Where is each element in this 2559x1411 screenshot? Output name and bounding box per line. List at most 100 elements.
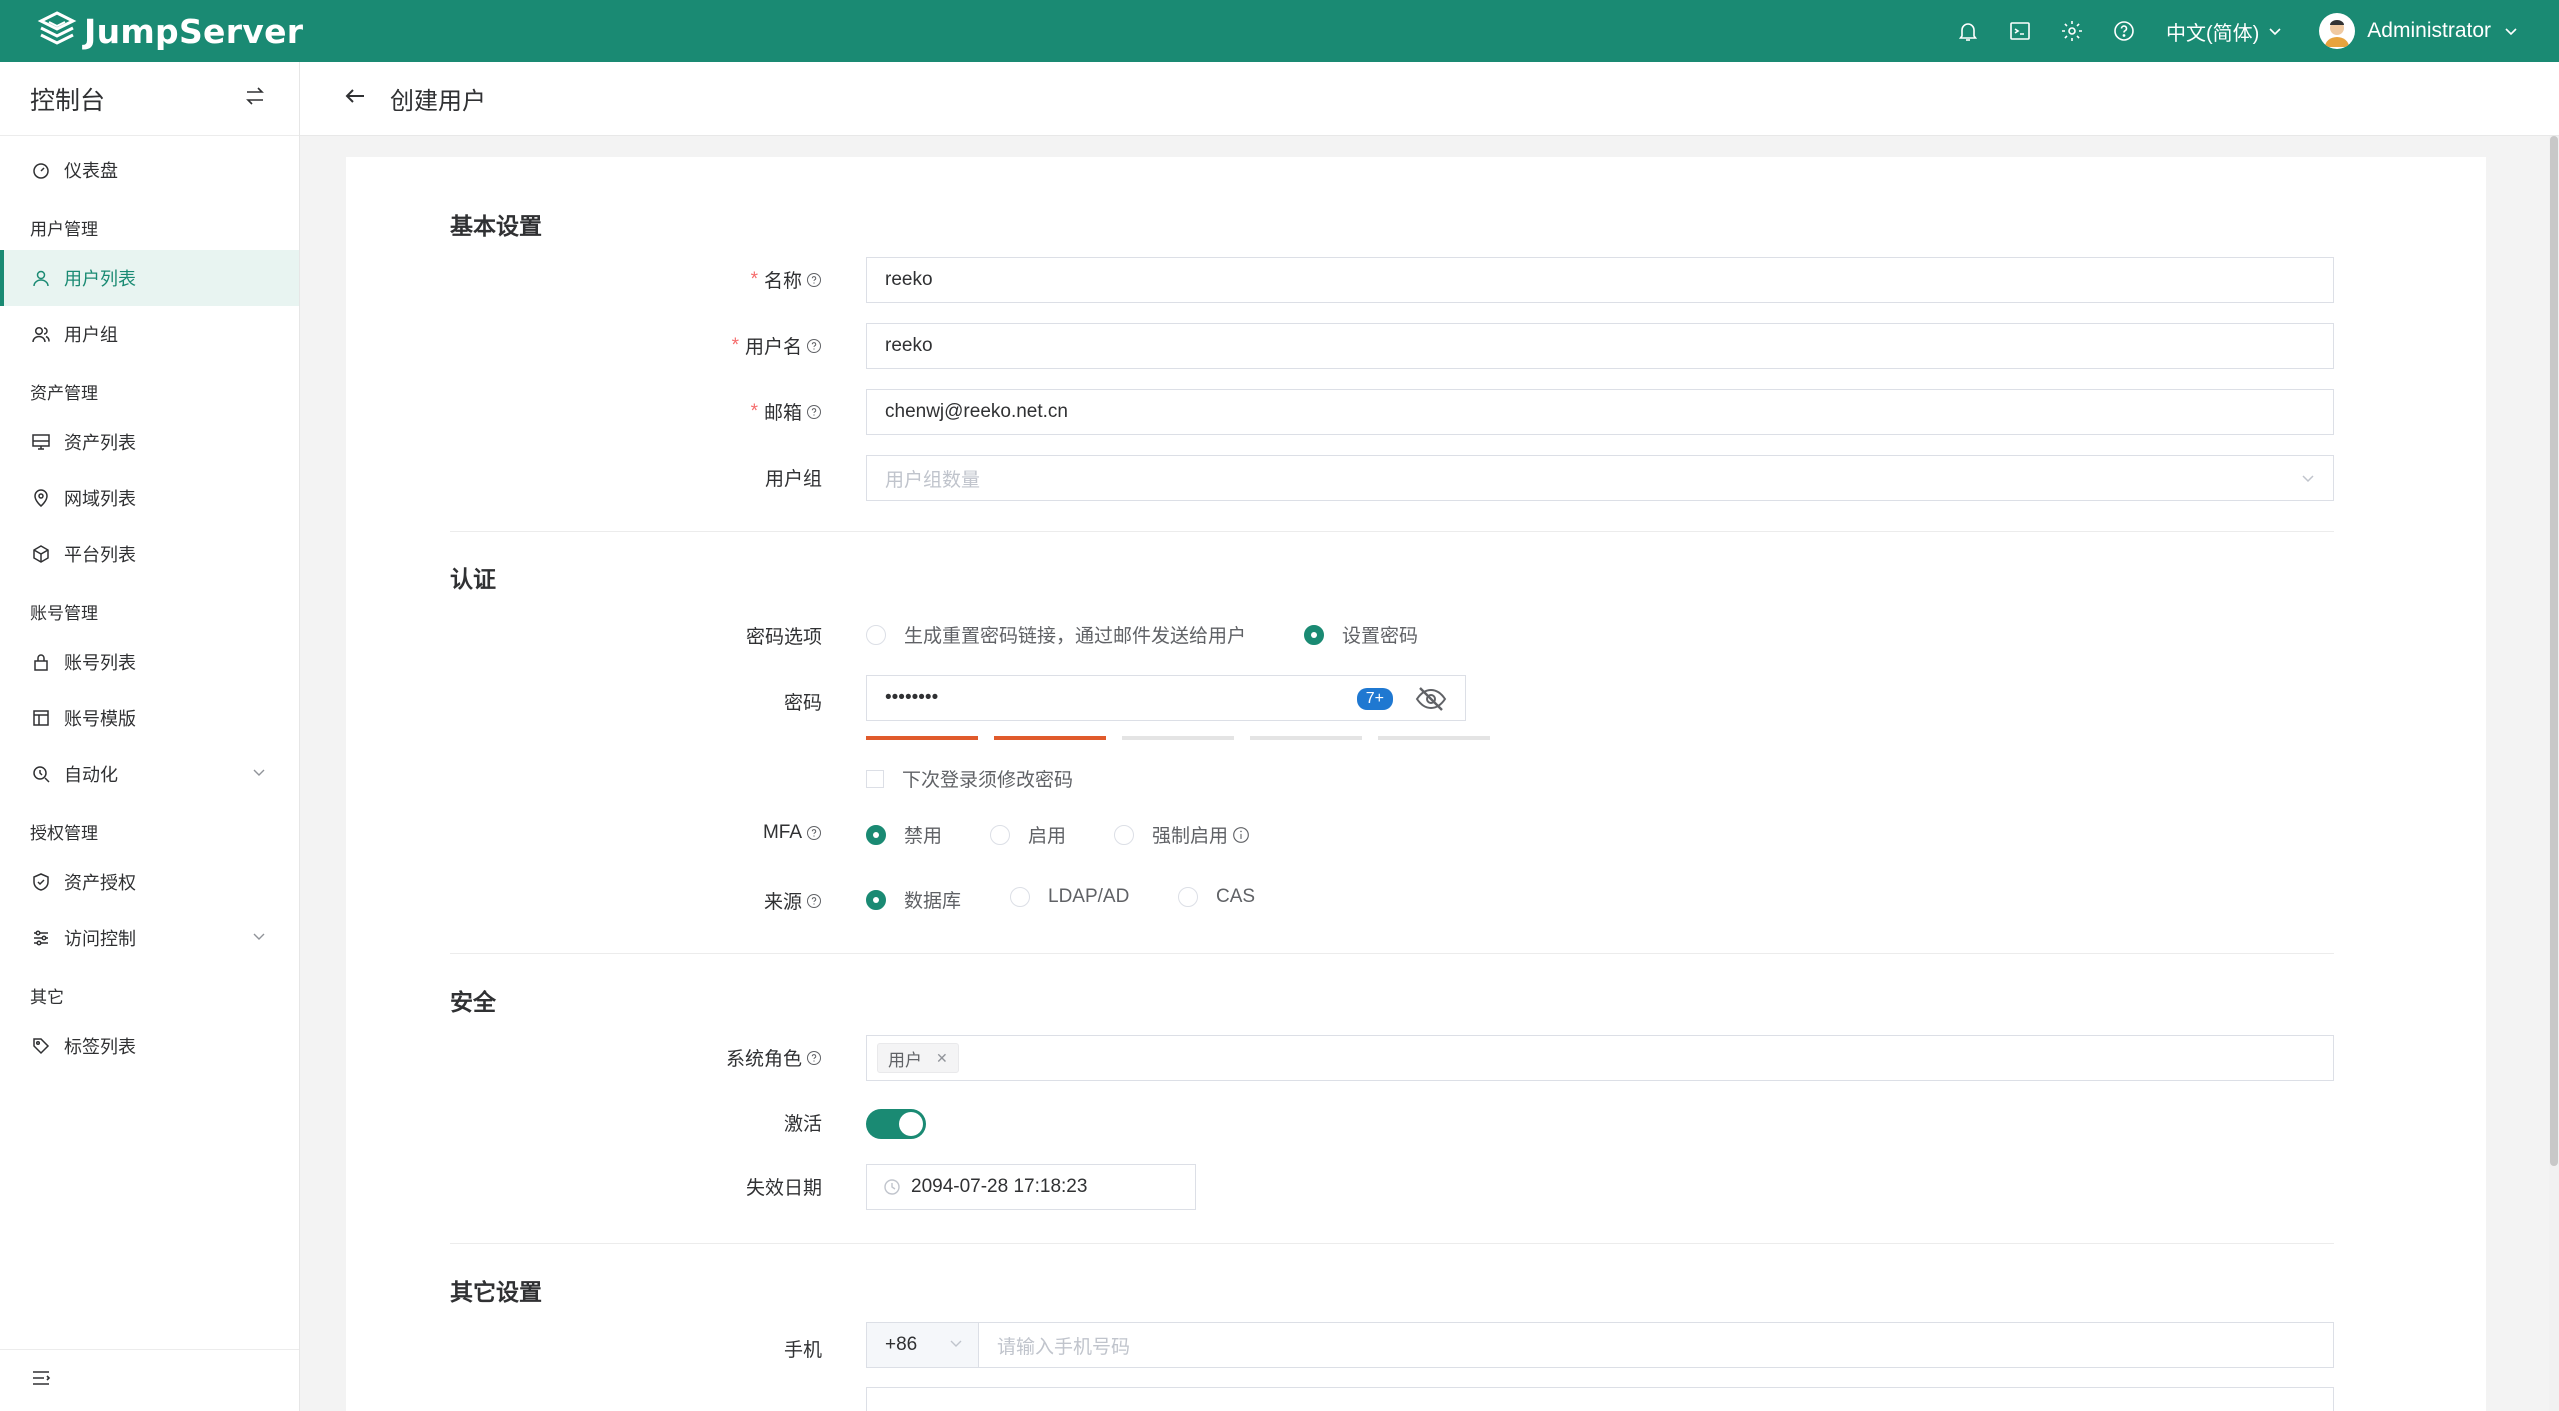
sidebar-item[interactable]: 标签列表 xyxy=(0,1018,299,1074)
strength-segment xyxy=(1122,736,1234,740)
password-label: 密码 xyxy=(783,693,822,714)
language-label: 中文(简体) xyxy=(2165,22,2260,45)
collapse-menu-icon[interactable] xyxy=(30,1367,52,1394)
toggle-knob xyxy=(899,1112,923,1136)
sidebar: 控制台 仪表盘 用户管理 用户列表 用户组 资产管理 资产列表 网域列表 平台列表 账号管理 账号… xyxy=(0,62,300,1411)
radio-source-cas[interactable]: CAS xyxy=(1178,886,1255,908)
radio-mfa-disabled[interactable]: 禁用 xyxy=(866,821,942,848)
username-label: Administrator xyxy=(2367,19,2491,42)
sidebar-item[interactable]: 自动化 xyxy=(0,746,299,802)
sidebar-item-label: 仪表盘 xyxy=(64,161,118,181)
sidebar-group-label: 授权管理 xyxy=(30,824,98,843)
next-field-input[interactable] xyxy=(866,1387,2334,1411)
strength-segment xyxy=(866,736,978,740)
sidebar-item[interactable]: 平台列表 xyxy=(0,526,299,582)
section-auth-title: 认证 xyxy=(450,566,496,592)
help-icon[interactable] xyxy=(2110,17,2138,45)
gear-icon[interactable] xyxy=(2058,17,2086,45)
section-other-title: 其它设置 xyxy=(450,1279,542,1305)
close-icon[interactable]: ✕ xyxy=(936,1050,948,1067)
strength-segment xyxy=(994,736,1106,740)
sidebar-footer xyxy=(0,1349,299,1411)
sidebar-item[interactable]: 仪表盘 xyxy=(0,142,299,198)
must-change-password-checkbox[interactable]: 下次登录须修改密码 xyxy=(866,765,1073,792)
radio-dot xyxy=(1010,887,1030,907)
terminal-icon[interactable] xyxy=(2006,17,2034,45)
phone-label: 手机 xyxy=(783,1340,822,1361)
name-input[interactable]: reeko xyxy=(866,257,2334,303)
chevron-down-icon xyxy=(251,928,267,949)
logo[interactable]: JumpServer xyxy=(36,10,303,52)
radio-dot xyxy=(1178,887,1198,907)
radio-reset-link[interactable]: 生成重置密码链接，通过邮件发送给用户 xyxy=(866,621,1246,648)
radio-dot xyxy=(866,824,886,845)
sidebar-group-label: 账号管理 xyxy=(30,604,98,623)
section-divider xyxy=(450,531,2334,532)
radio-mfa-enabled[interactable]: 启用 xyxy=(990,821,1066,848)
dashboard-icon xyxy=(30,159,52,181)
name-label: * 名称 xyxy=(751,266,822,293)
mfa-label: MFA xyxy=(763,822,822,844)
sidebar-item[interactable]: 访问控制 xyxy=(0,910,299,966)
system-role-select[interactable]: 用户 ✕ xyxy=(866,1035,2334,1081)
sidebar-group-label: 其它 xyxy=(30,988,64,1007)
switch-view-icon[interactable] xyxy=(243,84,267,113)
scrollbar-thumb[interactable] xyxy=(2550,136,2558,1166)
radio-dot xyxy=(866,624,886,645)
system-role-label: 系统角色 xyxy=(726,1044,822,1071)
radio-source-database[interactable]: 数据库 xyxy=(866,886,961,913)
page-scrollbar[interactable] xyxy=(2549,136,2559,1411)
user-form-card: 基本设置 * 名称 reeko * 用户名 reeko * 邮箱 chenwj@ree… xyxy=(346,157,2486,1411)
user-menu[interactable]: Administrator xyxy=(2319,13,2519,49)
section-basic-title: 基本设置 xyxy=(450,213,542,239)
sidebar-item-label: 网域列表 xyxy=(64,489,136,509)
username-input[interactable]: reeko xyxy=(866,323,2334,369)
back-arrow-icon[interactable] xyxy=(342,83,368,114)
password-length-badge: 7+ xyxy=(1356,688,1393,710)
radio-mfa-forced[interactable]: 强制启用 xyxy=(1114,821,1250,848)
source-label: 来源 xyxy=(764,887,822,914)
user-group-select[interactable]: 用户组数量 xyxy=(866,455,2334,501)
email-label: * 邮箱 xyxy=(751,398,822,425)
location-icon xyxy=(30,487,52,509)
question-circle-icon xyxy=(807,826,821,840)
question-circle-icon xyxy=(807,1050,821,1065)
question-circle-icon xyxy=(807,272,821,287)
language-dropdown[interactable]: 中文(简体) xyxy=(2166,17,2283,46)
sidebar-item[interactable]: 用户列表 xyxy=(0,250,299,306)
sidebar-item[interactable]: 资产授权 xyxy=(0,854,299,910)
info-circle-icon[interactable] xyxy=(1232,826,1250,844)
bell-icon[interactable] xyxy=(1954,17,1982,45)
shield-icon xyxy=(30,871,52,893)
eye-off-icon[interactable] xyxy=(1415,686,1447,712)
password-input[interactable]: •••••••• 7+ xyxy=(866,675,1466,721)
chevron-down-icon xyxy=(2505,28,2517,36)
sidebar-item[interactable]: 账号模版 xyxy=(0,690,299,746)
radio-dot xyxy=(1304,624,1324,645)
active-toggle[interactable] xyxy=(866,1109,926,1139)
sidebar-item[interactable]: 资产列表 xyxy=(0,414,299,470)
strength-segment xyxy=(1250,736,1362,740)
users-icon xyxy=(30,323,52,345)
cube-icon xyxy=(30,543,52,565)
phone-input[interactable]: 请输入手机号码 xyxy=(979,1332,1130,1359)
sidebar-item[interactable]: 用户组 xyxy=(0,306,299,362)
sidebar-title: 控制台 xyxy=(30,86,106,115)
sliders-icon xyxy=(30,927,52,949)
sidebar-item[interactable]: 网域列表 xyxy=(0,470,299,526)
expire-date-picker[interactable]: 2094-07-28 17:18:23 xyxy=(866,1164,1196,1210)
country-code-select[interactable]: +86 xyxy=(867,1323,979,1367)
user-icon xyxy=(30,267,52,289)
sidebar-item[interactable]: 账号列表 xyxy=(0,634,299,690)
expire-date-label: 失效日期 xyxy=(745,1178,822,1199)
sidebar-item-label: 资产授权 xyxy=(64,873,136,893)
email-input[interactable]: chenwj@reeko.net.cn xyxy=(866,389,2334,435)
user-group-placeholder: 用户组数量 xyxy=(885,469,981,491)
radio-dot xyxy=(866,889,886,910)
monitor-icon xyxy=(30,431,52,453)
chevron-down-icon xyxy=(2302,475,2314,483)
radio-source-ldap[interactable]: LDAP/AD xyxy=(1010,886,1129,908)
radio-set-password[interactable]: 设置密码 xyxy=(1304,621,1418,648)
role-tag: 用户 ✕ xyxy=(877,1043,959,1073)
chevron-down-icon xyxy=(251,764,267,785)
